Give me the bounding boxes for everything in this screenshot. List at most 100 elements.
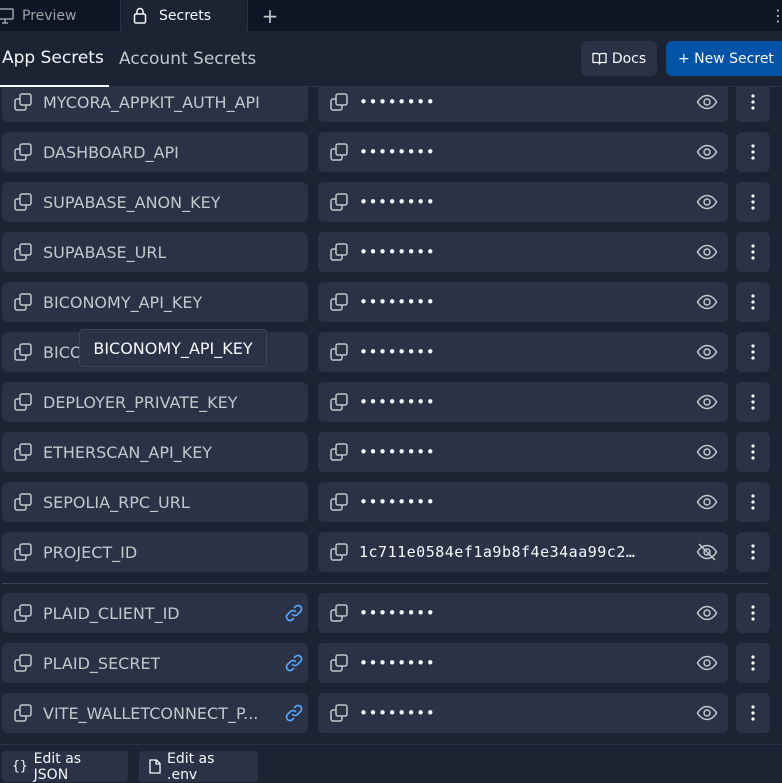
copy-icon[interactable] — [329, 603, 349, 623]
secret-key-field[interactable]: DEPLOYER_PRIVATE_KEY — [2, 382, 308, 422]
copy-icon[interactable] — [329, 492, 349, 512]
secret-menu-button[interactable] — [736, 382, 770, 422]
copy-icon[interactable] — [329, 242, 349, 262]
secret-menu-button[interactable] — [736, 432, 770, 472]
secret-value-field[interactable]: •••••••• — [318, 87, 728, 122]
docs-button[interactable]: Docs — [581, 41, 657, 76]
kebab-menu-icon — [751, 494, 755, 510]
secret-value-field[interactable]: •••••••• — [318, 282, 728, 322]
copy-icon[interactable] — [13, 192, 33, 212]
tab-bar-menu-button[interactable]: ⋮ — [770, 0, 782, 31]
eye-icon[interactable] — [696, 602, 718, 628]
eye-icon[interactable] — [696, 391, 718, 417]
secret-row: PLAID_CLIENT_ID •••••••• — [0, 593, 782, 633]
copy-icon[interactable] — [13, 542, 33, 562]
copy-icon[interactable] — [329, 442, 349, 462]
secret-value-field[interactable]: 1c711e0584ef1a9b8f4e34aa99c2… — [318, 532, 728, 572]
copy-icon[interactable] — [329, 542, 349, 562]
kebab-menu-icon — [751, 144, 755, 160]
copy-icon[interactable] — [329, 142, 349, 162]
secret-value-field[interactable]: •••••••• — [318, 593, 728, 633]
secret-key-field[interactable]: PLAID_SECRET — [2, 643, 308, 683]
secret-menu-button[interactable] — [736, 532, 770, 572]
copy-icon[interactable] — [13, 242, 33, 262]
eye-icon[interactable] — [696, 341, 718, 367]
secret-key-field[interactable]: ETHERSCAN_API_KEY — [2, 432, 308, 472]
secret-value-field[interactable]: •••••••• — [318, 382, 728, 422]
secret-value-field[interactable]: •••••••• — [318, 482, 728, 522]
secret-value-field[interactable]: •••••••• — [318, 332, 728, 372]
secret-menu-button[interactable] — [736, 332, 770, 372]
eye-icon[interactable] — [696, 702, 718, 728]
kebab-menu-icon — [751, 94, 755, 110]
secret-menu-button[interactable] — [736, 132, 770, 172]
secret-key-field[interactable]: PLAID_CLIENT_ID — [2, 593, 308, 633]
add-tab-button[interactable]: + — [248, 0, 292, 31]
secret-value-field[interactable]: •••••••• — [318, 643, 728, 683]
secret-key-label: DEPLOYER_PRIVATE_KEY — [43, 392, 238, 412]
copy-icon[interactable] — [13, 492, 33, 512]
eye-icon[interactable] — [696, 291, 718, 317]
secret-key-field[interactable]: PROJECT_ID — [2, 532, 308, 572]
eye-icon[interactable] — [696, 491, 718, 517]
link-icon[interactable] — [284, 703, 304, 727]
eye-icon[interactable] — [696, 141, 718, 167]
secret-value: •••••••• — [359, 493, 436, 511]
copy-icon[interactable] — [13, 292, 33, 312]
copy-icon[interactable] — [329, 392, 349, 412]
secret-menu-button[interactable] — [736, 87, 770, 122]
eye-icon[interactable] — [696, 91, 718, 117]
copy-icon[interactable] — [329, 292, 349, 312]
secret-value-field[interactable]: •••••••• — [318, 182, 728, 222]
tab-preview[interactable]: Preview — [0, 0, 120, 31]
secret-key-field[interactable]: VITE_WALLETCONNECT_P... — [2, 693, 308, 733]
secret-value: •••••••• — [359, 443, 436, 461]
link-icon[interactable] — [284, 653, 304, 677]
copy-icon[interactable] — [13, 92, 33, 112]
secret-key-field[interactable]: SUPABASE_URL — [2, 232, 308, 272]
copy-icon[interactable] — [13, 603, 33, 623]
secret-value: •••••••• — [359, 393, 436, 411]
secret-value-field[interactable]: •••••••• — [318, 132, 728, 172]
copy-icon[interactable] — [329, 703, 349, 723]
secret-menu-button[interactable] — [736, 643, 770, 683]
copy-icon[interactable] — [13, 442, 33, 462]
secret-menu-button[interactable] — [736, 693, 770, 733]
new-secret-button[interactable]: + New Secret — [666, 41, 782, 76]
eye-icon[interactable] — [696, 441, 718, 467]
copy-icon[interactable] — [329, 342, 349, 362]
copy-icon[interactable] — [13, 653, 33, 673]
copy-icon[interactable] — [13, 142, 33, 162]
secret-key-field[interactable]: SUPABASE_ANON_KEY — [2, 182, 308, 222]
edit-as-json-button[interactable]: {} Edit as JSON — [2, 751, 128, 783]
copy-icon[interactable] — [329, 192, 349, 212]
copy-icon[interactable] — [13, 392, 33, 412]
copy-icon[interactable] — [329, 92, 349, 112]
edit-as-env-button[interactable]: Edit as .env — [139, 751, 258, 783]
secret-menu-button[interactable] — [736, 593, 770, 633]
link-icon[interactable] — [284, 603, 304, 627]
lock-icon — [133, 7, 147, 24]
secret-menu-button[interactable] — [736, 282, 770, 322]
secret-value-field[interactable]: •••••••• — [318, 432, 728, 472]
copy-icon[interactable] — [329, 653, 349, 673]
secret-key-field[interactable]: MYCORA_APPKIT_AUTH_API — [2, 87, 308, 122]
eye-icon[interactable] — [696, 652, 718, 678]
secret-value-field[interactable]: •••••••• — [318, 232, 728, 272]
tab-account-secrets[interactable]: Account Secrets — [119, 31, 256, 87]
kebab-menu-icon — [751, 705, 755, 721]
copy-icon[interactable] — [13, 703, 33, 723]
secret-value-field[interactable]: •••••••• — [318, 693, 728, 733]
eye-icon[interactable] — [696, 191, 718, 217]
secret-key-field[interactable]: BICONOMY_API_KEY — [2, 282, 308, 322]
secret-menu-button[interactable] — [736, 182, 770, 222]
copy-icon[interactable] — [13, 342, 33, 362]
secret-menu-button[interactable] — [736, 482, 770, 522]
tab-app-secrets[interactable]: App Secrets — [0, 31, 109, 87]
secret-key-field[interactable]: DASHBOARD_API — [2, 132, 308, 172]
tab-secrets[interactable]: Secrets — [120, 0, 248, 31]
eye-icon[interactable] — [696, 241, 718, 267]
secret-key-field[interactable]: SEPOLIA_RPC_URL — [2, 482, 308, 522]
secret-menu-button[interactable] — [736, 232, 770, 272]
eye-off-icon[interactable] — [696, 541, 718, 567]
